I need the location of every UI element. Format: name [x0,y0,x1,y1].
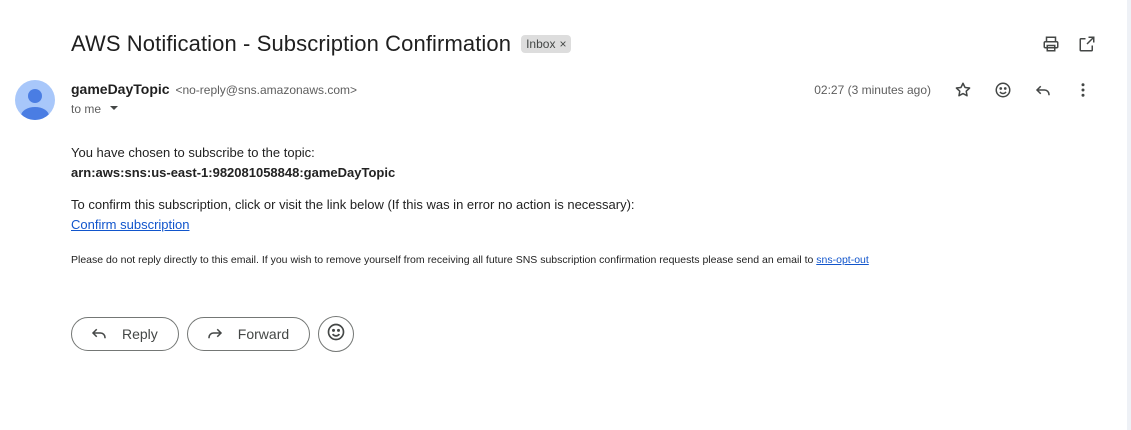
inbox-label-chip[interactable]: Inbox × [521,35,572,53]
message-actions [953,80,1093,100]
email-body: You have chosen to subscribe to the topi… [71,143,869,267]
reply-actions: Reply Forward [71,316,355,352]
print-icon[interactable] [1041,34,1061,54]
body-intro: You have chosen to subscribe to the topi… [71,145,315,160]
emoji-reaction-icon[interactable] [993,80,1013,100]
open-in-new-window-icon[interactable] [1077,34,1097,54]
top-actions [1041,34,1097,54]
reply-button[interactable]: Reply [71,317,179,351]
emoji-icon [326,322,346,347]
subject-row: AWS Notification - Subscription Confirma… [71,31,572,57]
sender-line: gameDayTopic <no-reply@sns.amazonaws.com… [71,81,357,97]
reply-button-label: Reply [122,326,158,342]
label-text: Inbox [526,37,556,51]
star-icon[interactable] [953,80,973,100]
recipient-details[interactable]: to me [71,102,119,116]
avatar[interactable] [15,80,55,120]
forward-button[interactable]: Forward [186,317,311,351]
confirm-subscription-link[interactable]: Confirm subscription [71,217,190,232]
timestamp: 02:27 (3 minutes ago) [814,83,931,97]
reply-icon [90,324,108,345]
chevron-down-icon[interactable] [109,102,119,116]
remove-label-icon[interactable]: × [559,37,566,51]
email-subject: AWS Notification - Subscription Confirma… [71,31,512,56]
sender-name[interactable]: gameDayTopic [71,81,170,97]
more-options-icon[interactable] [1073,80,1093,100]
forward-icon [206,324,224,345]
sender-address: <no-reply@sns.amazonaws.com> [175,83,358,97]
emoji-reaction-button[interactable] [318,316,355,352]
recipient-text: to me [71,102,102,116]
topic-arn: arn:aws:sns:us-east-1:982081058848:gameD… [71,165,396,180]
sns-opt-out-link[interactable]: sns-opt-out [816,254,869,266]
footer-note-text: Please do not reply directly to this ema… [71,254,817,266]
window-edge [1127,0,1131,430]
message-meta: 02:27 (3 minutes ago) [814,80,1093,100]
footer-note: Please do not reply directly to this ema… [71,253,869,267]
forward-button-label: Forward [237,326,290,342]
reply-icon[interactable] [1033,80,1053,100]
body-instruction: To confirm this subscription, click or v… [71,197,635,212]
